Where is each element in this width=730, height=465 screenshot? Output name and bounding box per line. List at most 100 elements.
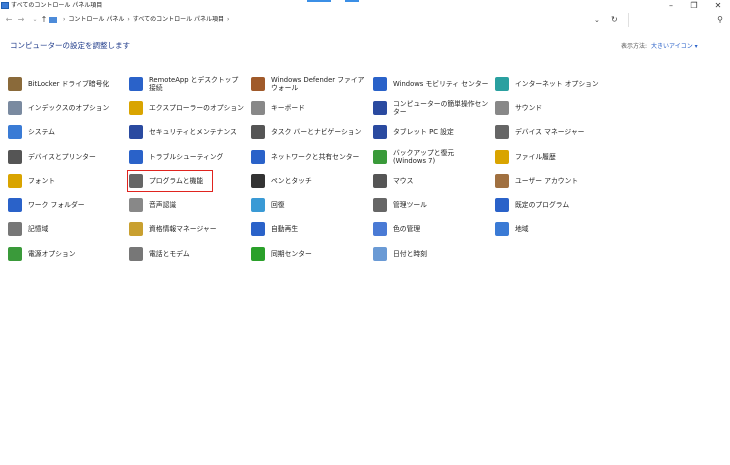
panel-item-icon: [8, 247, 22, 261]
panel-item[interactable]: 色の管理: [373, 218, 489, 240]
panel-item[interactable]: インターネット オプション: [495, 73, 605, 95]
panel-item[interactable]: Windows モビリティ センター: [373, 73, 489, 95]
panel-item[interactable]: 電源オプション: [8, 243, 124, 265]
panel-item-label: キーボード: [271, 104, 305, 112]
panel-item[interactable]: 音声認識: [129, 194, 245, 216]
panel-item-label: マウス: [393, 177, 414, 185]
panel-item[interactable]: タブレット PC 設定: [373, 121, 489, 143]
panel-item[interactable]: 既定のプログラム: [495, 194, 605, 216]
minimize-icon[interactable]: –: [661, 0, 681, 11]
panel-item[interactable]: 自動再生: [251, 218, 367, 240]
panel-item-icon: [495, 198, 509, 212]
panel-item-label: タブレット PC 設定: [393, 128, 454, 136]
panel-item[interactable]: 地域: [495, 218, 605, 240]
panel-item-label: デバイス マネージャー: [515, 128, 585, 136]
panel-item-icon: [495, 101, 509, 115]
panel-item-label: Windows モビリティ センター: [393, 80, 489, 88]
panel-item-label: ファイル履歴: [515, 153, 556, 161]
panel-item-icon: [373, 247, 387, 261]
panel-item-label: 管理ツール: [393, 201, 427, 209]
panel-item-label: 記憶域: [28, 225, 49, 233]
panel-item-icon: [373, 101, 387, 115]
panel-item[interactable]: ワーク フォルダー: [8, 194, 124, 216]
panel-item[interactable]: ネットワークと共有センター: [251, 146, 367, 168]
panel-item[interactable]: タスク バーとナビゲーション: [251, 121, 367, 143]
panel-item[interactable]: エクスプローラーのオプション: [129, 97, 245, 119]
maximize-icon[interactable]: ❐: [684, 0, 704, 11]
panel-item-icon: [373, 174, 387, 188]
address-bar[interactable]: › コントロール パネル › すべてのコントロール パネル項目 ›: [49, 13, 609, 27]
panel-item[interactable]: コンピューターの簡単操作センター: [373, 97, 489, 119]
breadcrumb-all-items[interactable]: すべてのコントロール パネル項目: [133, 16, 224, 23]
panel-item[interactable]: デバイス マネージャー: [495, 121, 605, 143]
search-input[interactable]: ⚲: [628, 13, 725, 27]
panel-item[interactable]: キーボード: [251, 97, 367, 119]
panel-item-label: デバイスとプリンター: [28, 153, 96, 161]
panel-item-icon: [251, 77, 265, 91]
panel-item[interactable]: トラブルシューティング: [129, 146, 245, 168]
panel-item-label: ユーザー アカウント: [515, 177, 579, 185]
panel-item[interactable]: 日付と時刻: [373, 243, 489, 265]
refresh-icon[interactable]: ↻: [611, 13, 618, 27]
panel-item[interactable]: 資格情報マネージャー: [129, 218, 245, 240]
panel-item[interactable]: ペンとタッチ: [251, 170, 367, 192]
panel-item-label: フォント: [28, 177, 56, 185]
panel-item-label: ネットワークと共有センター: [271, 153, 360, 161]
back-icon[interactable]: ←: [4, 14, 14, 26]
title-accent: [307, 0, 331, 2]
panel-item[interactable]: 同期センター: [251, 243, 367, 265]
panel-item-icon: [129, 247, 143, 261]
search-icon: ⚲: [717, 15, 723, 24]
view-by-dropdown[interactable]: 大きいアイコン ▾: [651, 43, 698, 50]
panel-item-label: ペンとタッチ: [271, 177, 312, 185]
panel-item[interactable]: 回復: [251, 194, 367, 216]
panel-item-icon: [251, 198, 265, 212]
panel-item-icon: [129, 150, 143, 164]
panel-item-icon: [129, 198, 143, 212]
panel-item-icon: [8, 174, 22, 188]
panel-item-icon: [8, 198, 22, 212]
panel-item-icon: [251, 150, 265, 164]
panel-item[interactable]: インデックスのオプション: [8, 97, 124, 119]
panel-item[interactable]: 記憶域: [8, 218, 124, 240]
panel-item-icon: [495, 222, 509, 236]
panel-item-icon: [495, 150, 509, 164]
title-bar: すべてのコントロール パネル項目 – ❐ ✕: [0, 0, 730, 11]
panel-item-icon: [495, 77, 509, 91]
panel-item[interactable]: デバイスとプリンター: [8, 146, 124, 168]
panel-item-label: 同期センター: [271, 250, 312, 258]
panel-item-label: エクスプローラーのオプション: [149, 104, 244, 112]
panel-item-icon: [373, 222, 387, 236]
window-title: すべてのコントロール パネル項目: [11, 2, 103, 9]
panel-item[interactable]: セキュリティとメンテナンス: [129, 121, 245, 143]
panel-item-icon: [129, 222, 143, 236]
panel-item-icon: [251, 222, 265, 236]
panel-item[interactable]: マウス: [373, 170, 489, 192]
panel-item-label: セキュリティとメンテナンス: [149, 128, 237, 136]
panel-item-label: BitLocker ドライブ暗号化: [28, 80, 110, 88]
up-icon[interactable]: ↑: [39, 14, 49, 26]
panel-item-label: 資格情報マネージャー: [149, 225, 217, 233]
view-by-label: 表示方法:: [621, 43, 648, 50]
panel-item[interactable]: バックアップと復元 (Windows 7): [373, 146, 489, 168]
panel-item[interactable]: サウンド: [495, 97, 605, 119]
chevron-down-icon[interactable]: ⌄: [594, 13, 600, 27]
close-icon[interactable]: ✕: [708, 0, 728, 11]
forward-icon[interactable]: →: [16, 14, 26, 26]
panel-item-label: バックアップと復元 (Windows 7): [393, 149, 455, 165]
panel-item-label: タスク バーとナビゲーション: [271, 128, 362, 136]
panel-item[interactable]: ユーザー アカウント: [495, 170, 605, 192]
panel-item[interactable]: BitLocker ドライブ暗号化: [8, 73, 124, 95]
panel-item[interactable]: Windows Defender ファイアウォール: [251, 73, 367, 95]
page-title: コンピューターの設定を調整します: [10, 41, 130, 50]
panel-item[interactable]: システム: [8, 121, 124, 143]
panel-item[interactable]: ファイル履歴: [495, 146, 605, 168]
panel-item[interactable]: フォント: [8, 170, 124, 192]
panel-item[interactable]: 管理ツール: [373, 194, 489, 216]
panel-item-label: 電話とモデム: [149, 250, 190, 258]
panel-item[interactable]: 電話とモデム: [129, 243, 245, 265]
breadcrumb-control-panel[interactable]: コントロール パネル: [68, 16, 124, 23]
highlight-box: [127, 170, 213, 192]
panel-item-icon: [129, 77, 143, 91]
panel-item[interactable]: RemoteApp とデスクトップ接続: [129, 73, 245, 95]
